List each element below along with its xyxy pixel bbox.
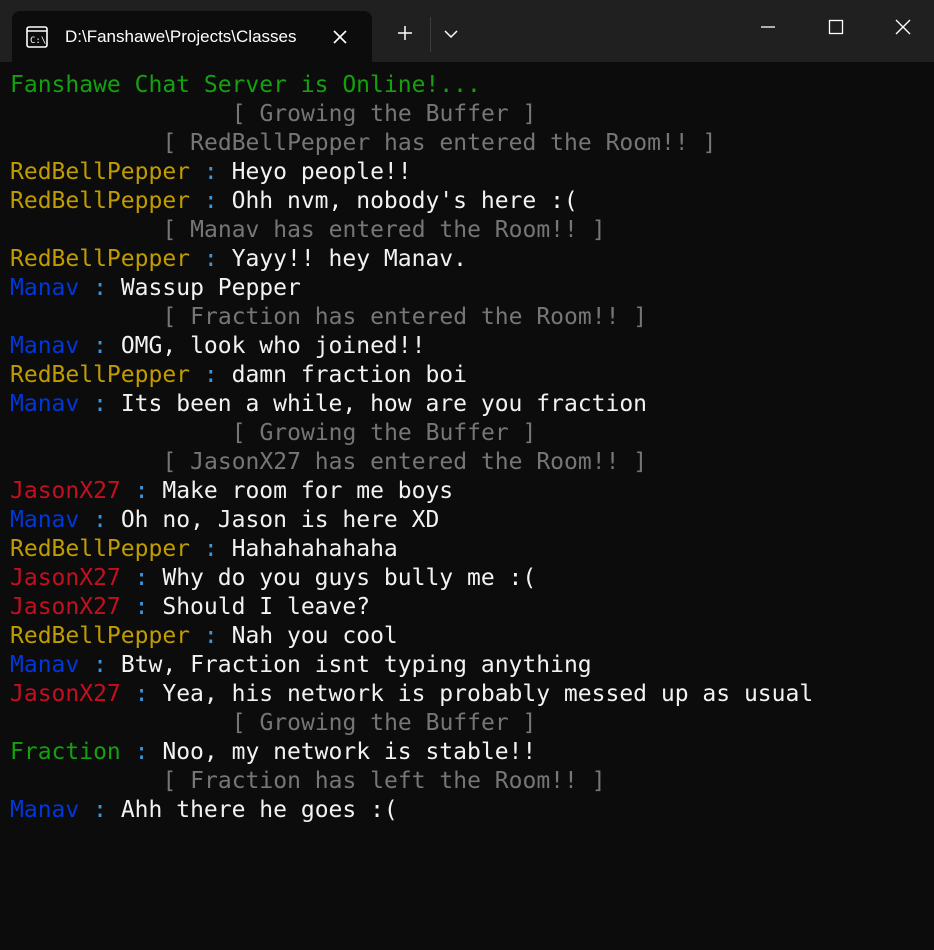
chat-separator: : xyxy=(203,536,218,562)
chat-message: RedBellPepper : Ohh nvm, nobody's here :… xyxy=(10,187,578,216)
chat-username: JasonX27 xyxy=(10,681,121,707)
chat-message: RedBellPepper : Yayy!! hey Manav. xyxy=(10,245,467,274)
chat-text: OMG, look who joined!! xyxy=(120,333,426,359)
chat-message: JasonX27 : Why do you guys bully me :( xyxy=(10,564,536,593)
chat-username: RedBellPepper xyxy=(10,536,191,562)
system-message: [ Fraction has left the Room!! ] xyxy=(162,768,606,794)
chevron-down-icon xyxy=(444,26,458,44)
chat-message: JasonX27 : Yea, his network is probably … xyxy=(10,680,813,709)
maximize-button[interactable] xyxy=(803,0,869,58)
chat-username: Manav xyxy=(10,391,80,417)
chat-message: Manav : Its been a while, how are you fr… xyxy=(10,390,647,419)
system-message: [ Growing the Buffer ] xyxy=(231,710,537,736)
chat-separator: : xyxy=(134,565,149,591)
chat-text: Oh no, Jason is here XD xyxy=(120,507,440,533)
chat-separator: : xyxy=(134,478,149,504)
chat-separator: : xyxy=(134,739,149,765)
chat-message: JasonX27 : Make room for me boys xyxy=(10,477,453,506)
minimize-icon xyxy=(760,19,776,40)
chat-text: Yayy!! hey Manav. xyxy=(231,246,467,272)
chat-text: Noo, my network is stable!! xyxy=(162,739,537,765)
chat-separator: : xyxy=(203,159,218,185)
chat-text: Hahahahahaha xyxy=(231,536,398,562)
tab-active[interactable]: C:\ D:\Fanshawe\Projects\Classes xyxy=(12,11,372,62)
chat-text: Its been a while, how are you fraction xyxy=(120,391,648,417)
chat-text: Btw, Fraction isnt typing anything xyxy=(120,652,592,678)
server-online-message: Fanshawe Chat Server is Online!... xyxy=(10,72,481,98)
chat-username: RedBellPepper xyxy=(10,623,191,649)
chat-text: Nah you cool xyxy=(231,623,398,649)
chat-message: RedBellPepper : Hahahahahaha xyxy=(10,535,398,564)
chat-text: damn fraction boi xyxy=(231,362,467,388)
maximize-icon xyxy=(828,19,844,40)
chat-username: RedBellPepper xyxy=(10,159,191,185)
plus-icon xyxy=(397,25,413,46)
chat-text: Ahh there he goes :( xyxy=(120,797,398,823)
system-message: [ Fraction has entered the Room!! ] xyxy=(162,304,648,330)
system-message: [ JasonX27 has entered the Room!! ] xyxy=(162,449,648,475)
chat-username: RedBellPepper xyxy=(10,246,191,272)
chat-separator: : xyxy=(203,188,218,214)
chat-username: Fraction xyxy=(10,739,121,765)
chat-username: Manav xyxy=(10,797,80,823)
chat-username: JasonX27 xyxy=(10,478,121,504)
chat-separator: : xyxy=(93,507,107,533)
chat-separator: : xyxy=(93,391,107,417)
chat-message: Manav : Wassup Pepper xyxy=(10,274,301,303)
chat-text: Yea, his network is probably messed up a… xyxy=(162,681,814,707)
terminal-icon: C:\ xyxy=(26,26,48,48)
chat-message: JasonX27 : Should I leave? xyxy=(10,593,370,622)
chat-username: JasonX27 xyxy=(10,565,121,591)
chat-username: JasonX27 xyxy=(10,594,121,620)
tab-title: D:\Fanshawe\Projects\Classes xyxy=(65,27,297,46)
chat-text: Heyo people!! xyxy=(231,159,412,185)
chat-message: RedBellPepper : Nah you cool xyxy=(10,622,398,651)
terminal-window: C:\ D:\Fanshawe\Projects\Classes Fanshaw… xyxy=(0,0,934,950)
system-message: [ Manav has entered the Room!! ] xyxy=(162,217,606,243)
chat-message: Manav : OMG, look who joined!! xyxy=(10,332,425,361)
new-tab-button[interactable] xyxy=(390,20,420,50)
chat-message: RedBellPepper : Heyo people!! xyxy=(10,158,412,187)
chat-username: Manav xyxy=(10,275,80,301)
chat-separator: : xyxy=(93,333,107,359)
chat-separator: : xyxy=(203,362,218,388)
chat-separator: : xyxy=(93,652,107,678)
chat-separator: : xyxy=(134,681,149,707)
chat-username: Manav xyxy=(10,652,80,678)
chat-separator: : xyxy=(93,797,107,823)
chat-username: Manav xyxy=(10,333,80,359)
chat-separator: : xyxy=(203,246,218,272)
dropdown-button[interactable] xyxy=(436,20,466,50)
system-message: [ Growing the Buffer ] xyxy=(231,420,537,446)
chat-message: Fraction : Noo, my network is stable!! xyxy=(10,738,536,767)
chat-message: Manav : Oh no, Jason is here XD xyxy=(10,506,439,535)
tab-divider xyxy=(430,17,431,52)
chat-separator: : xyxy=(134,594,149,620)
chat-text: Should I leave? xyxy=(162,594,371,620)
terminal-output[interactable]: Fanshawe Chat Server is Online!... [ Gro… xyxy=(0,71,934,950)
system-message: [ RedBellPepper has entered the Room!! ] xyxy=(162,130,717,156)
chat-message: RedBellPepper : damn fraction boi xyxy=(10,361,467,390)
system-message: [ Growing the Buffer ] xyxy=(231,101,537,127)
svg-text:C:\: C:\ xyxy=(30,36,46,46)
chat-separator: : xyxy=(203,623,218,649)
chat-text: Wassup Pepper xyxy=(120,275,301,301)
title-bar: C:\ D:\Fanshawe\Projects\Classes xyxy=(0,0,934,62)
chat-username: Manav xyxy=(10,507,80,533)
close-icon[interactable] xyxy=(328,25,352,49)
chat-message: Manav : Ahh there he goes :( xyxy=(10,796,398,825)
chat-username: RedBellPepper xyxy=(10,188,191,214)
chat-text: Make room for me boys xyxy=(162,478,454,504)
chat-separator: : xyxy=(93,275,107,301)
chat-username: RedBellPepper xyxy=(10,362,191,388)
minimize-button[interactable] xyxy=(735,0,801,58)
chat-text: Ohh nvm, nobody's here :( xyxy=(231,188,578,214)
window-close-button[interactable] xyxy=(870,0,934,58)
chat-text: Why do you guys bully me :( xyxy=(162,565,537,591)
chat-message: Manav : Btw, Fraction isnt typing anythi… xyxy=(10,651,592,680)
close-icon xyxy=(895,19,911,40)
